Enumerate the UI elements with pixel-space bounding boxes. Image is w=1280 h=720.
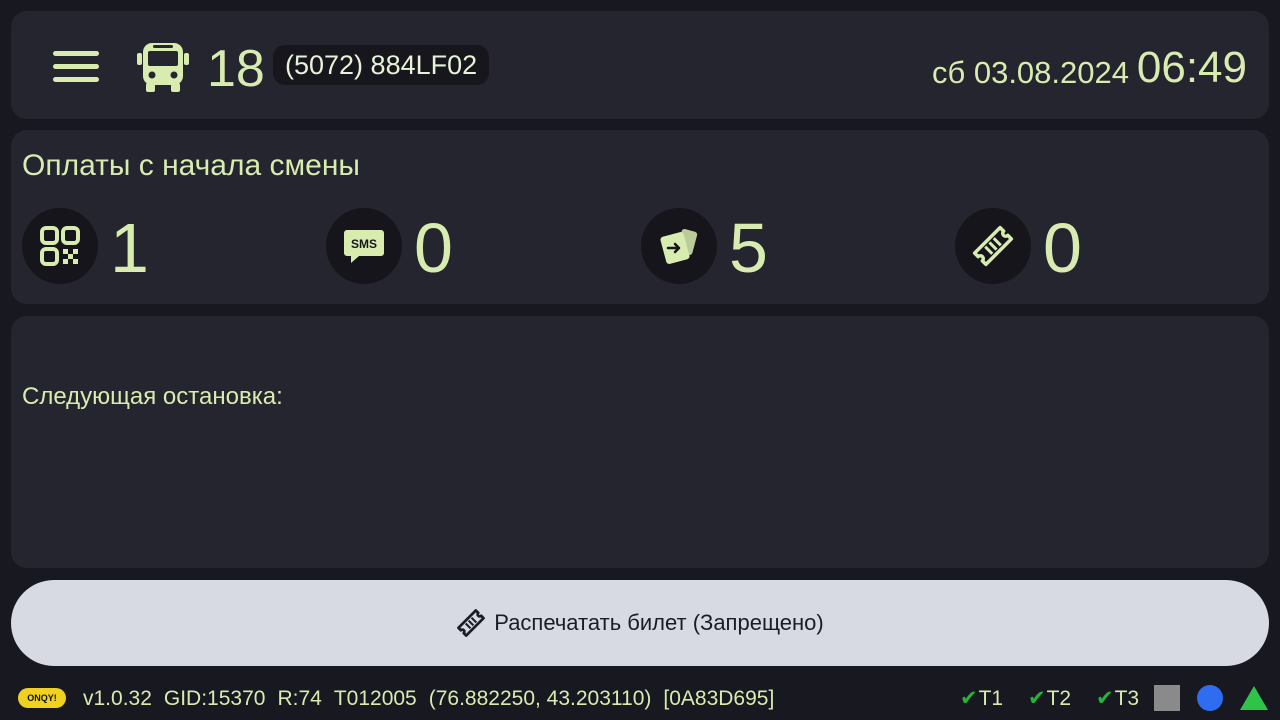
- check-icon: ✔: [960, 687, 978, 710]
- r-value: R:74: [277, 687, 322, 710]
- terminal-label: T3: [1114, 687, 1140, 710]
- green-triangle-icon: [1240, 686, 1268, 710]
- current-date: сб 03.08.2024: [931, 55, 1129, 90]
- payments-panel: Оплаты с начала смены 1 SMS 0 5 0: [11, 130, 1269, 304]
- gray-status-square-icon: [1154, 685, 1180, 711]
- terminal-status-t3: ✔T3: [1096, 686, 1139, 712]
- app-version: v1.0.32: [83, 687, 152, 710]
- gid-value: GID:15370: [163, 687, 266, 710]
- blue-status-dot-icon: [1197, 685, 1223, 711]
- payment-qr-count: 1: [110, 209, 149, 287]
- payments-title: Оплаты с начала смены: [22, 149, 360, 182]
- check-icon: ✔: [1028, 687, 1046, 710]
- gps-coordinates: (76.882250, 43.203110): [428, 687, 652, 710]
- status-info: v1.0.32 GID:15370 R:74 T012005 (76.882250, 4…: [83, 686, 786, 712]
- header-bar: 18 (5072) 884LF02 сб 03.08.2024 06:49: [11, 11, 1269, 119]
- terminal-label: T1: [978, 687, 1004, 710]
- brand-logo: ONQY!: [18, 688, 66, 708]
- payment-card-count: 5: [729, 209, 768, 287]
- device-hex-id: [0A83D695]: [663, 687, 775, 710]
- terminal-id: T012005: [333, 687, 417, 710]
- bus-icon: [137, 43, 189, 92]
- terminal-status-t2: ✔T2: [1028, 686, 1071, 712]
- terminal-status-t1: ✔T1: [960, 686, 1003, 712]
- payment-sms-count: 0: [414, 209, 453, 287]
- qr-code-icon: [22, 208, 98, 284]
- check-icon: ✔: [1096, 687, 1114, 710]
- status-bar: ONQY! v1.0.32 GID:15370 R:74 T012005 (76.882…: [0, 680, 1280, 720]
- card-payment-icon: [641, 208, 717, 284]
- ticket-icon: [955, 208, 1031, 284]
- print-ticket-label: Распечатать билет (Запрещено): [494, 610, 824, 635]
- svg-text:SMS: SMS: [351, 237, 377, 251]
- current-time: 06:49: [1136, 43, 1247, 92]
- next-stop-label: Следующая остановка:: [22, 383, 283, 410]
- payment-ticket-count: 0: [1043, 209, 1082, 287]
- hamburger-menu-icon[interactable]: [53, 51, 101, 85]
- next-stop-panel: Следующая остановка:: [11, 316, 1269, 568]
- route-number: 18: [207, 40, 265, 98]
- ticket-icon: [457, 609, 486, 637]
- vehicle-id-badge: (5072) 884LF02: [273, 45, 490, 85]
- print-ticket-button[interactable]: Распечатать билет (Запрещено): [11, 580, 1269, 666]
- sms-icon: SMS: [326, 208, 402, 284]
- terminal-label: T2: [1046, 687, 1072, 710]
